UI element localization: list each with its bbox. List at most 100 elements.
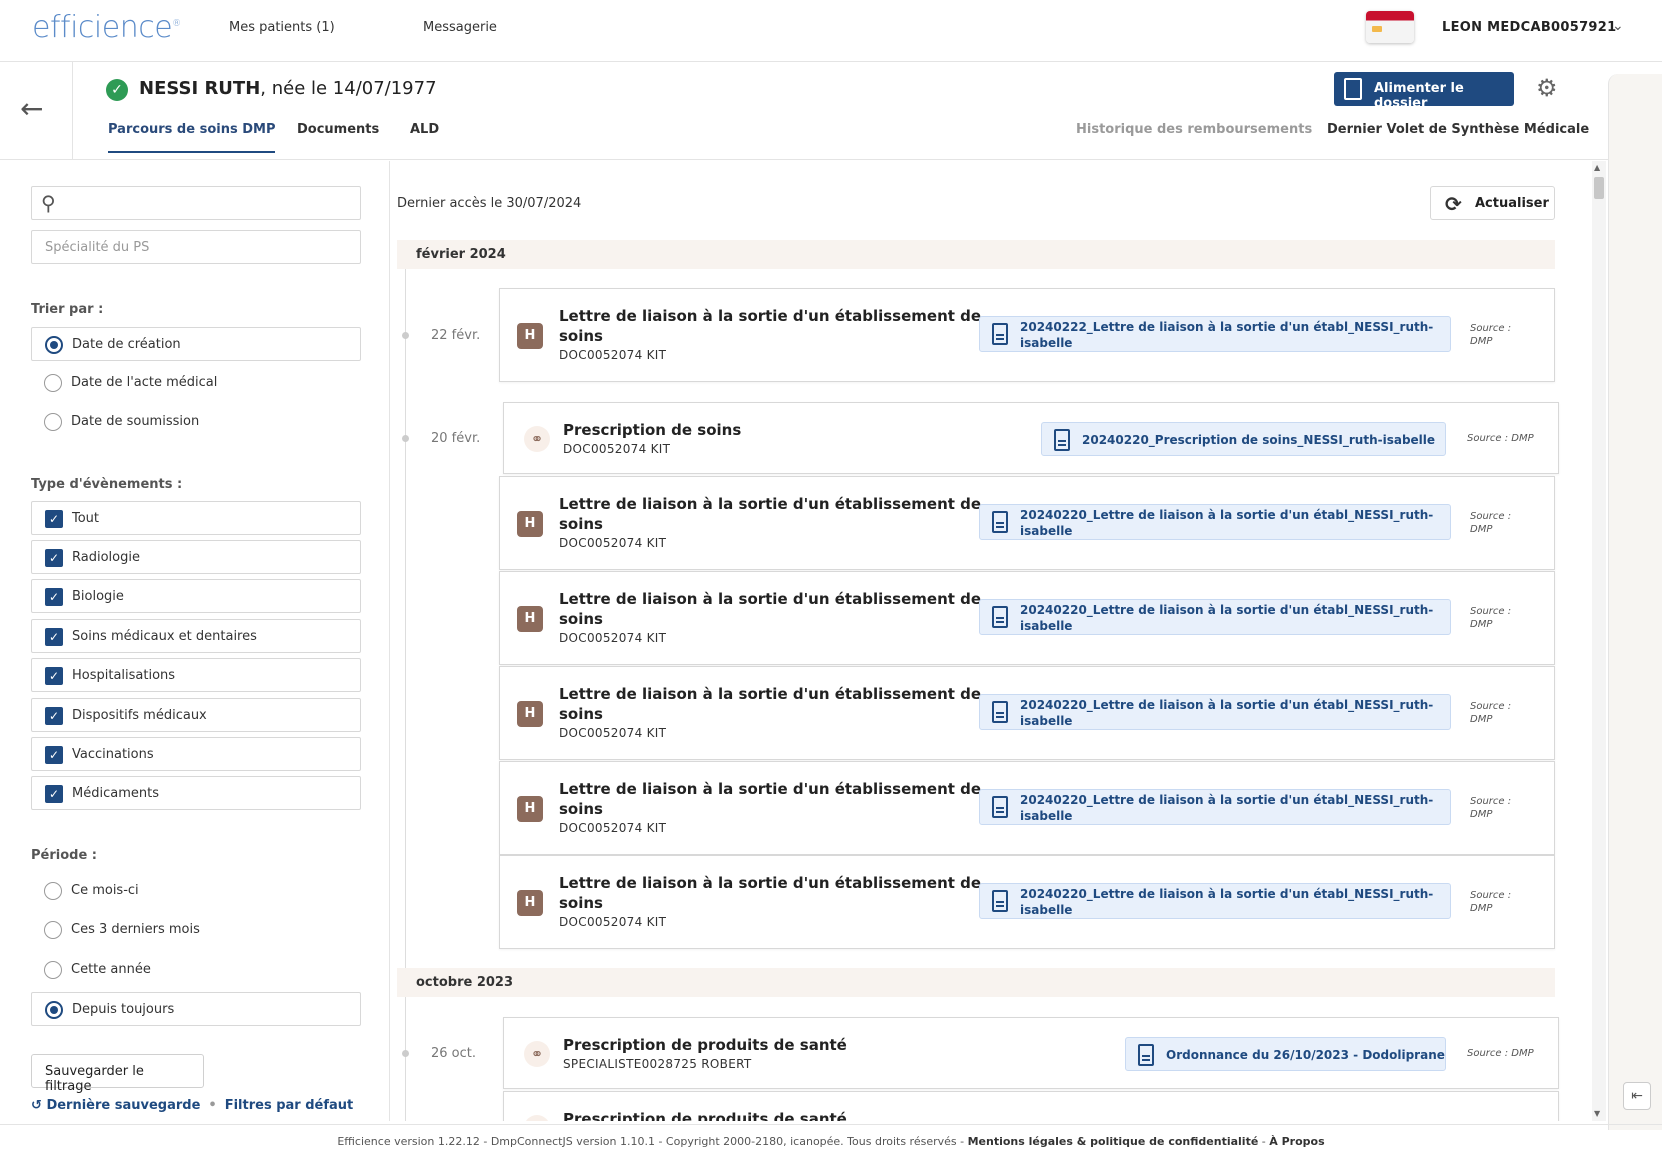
app-logo[interactable]: efficience®	[32, 10, 181, 45]
month-header: octobre 2023	[397, 968, 1555, 997]
radio[interactable]	[44, 374, 62, 392]
document-link[interactable]: Ordonnance du 26/10/2023 - Dodoliprane	[1125, 1037, 1446, 1071]
save-filter-button[interactable]: Sauvegarder le filtrage	[31, 1054, 204, 1094]
tab-medical-summary[interactable]: Dernier Volet de Synthèse Médicale	[1327, 122, 1589, 137]
type-medical-dental[interactable]: ✓ Soins médicaux et dentaires	[31, 619, 361, 653]
event-title: Lettre de liaison à la sortie d'un établ…	[559, 780, 982, 818]
collapse-panel-icon[interactable]: ⇤	[1623, 1082, 1651, 1110]
event-title: Lettre de liaison à la sortie d'un établ…	[559, 495, 982, 533]
checkbox-checked[interactable]: ✓	[45, 510, 63, 528]
user-name[interactable]: LEON MEDCAB0057921	[1442, 20, 1616, 35]
sort-option-creation[interactable]: Date de création	[31, 327, 361, 361]
checkbox-checked[interactable]: ✓	[45, 746, 63, 764]
event-card[interactable]: H Lettre de liaison à la sortie d'un éta…	[499, 288, 1555, 382]
document-link[interactable]: 20240220_Lettre de liaison à la sortie d…	[979, 504, 1451, 540]
event-card[interactable]: H Lettre de liaison à la sortie d'un éta…	[499, 476, 1555, 570]
last-save-link[interactable]: Dernière sauvegarde	[46, 1098, 200, 1113]
checkbox-checked[interactable]: ✓	[45, 785, 63, 803]
event-source: Source : DMP	[1467, 433, 1534, 444]
event-title: Lettre de liaison à la sortie d'un établ…	[559, 590, 982, 628]
type-vaccinations[interactable]: ✓ Vaccinations	[31, 737, 361, 771]
checkbox-checked[interactable]: ✓	[45, 707, 63, 725]
event-card[interactable]: H Lettre de liaison à la sortie d'un éta…	[499, 571, 1555, 665]
event-card[interactable]: H Lettre de liaison à la sortie d'un éta…	[499, 855, 1555, 949]
health-card-icon	[1366, 11, 1414, 43]
default-filters-link[interactable]: Filtres par défaut	[225, 1098, 354, 1113]
sort-option-submission[interactable]: Date de soumission	[31, 405, 361, 439]
event-source: Source : DMP	[1470, 323, 1512, 347]
event-card[interactable]: ⚭ Prescription de produits de santé SPEC…	[503, 1017, 1559, 1089]
type-all[interactable]: ✓ Tout	[31, 501, 361, 535]
event-author: SPECIALISTE0028725 ROBERT	[563, 1057, 752, 1071]
patient-header: ← ✓ NESSI RUTH, née le 14/07/1977 Parcou…	[0, 62, 1662, 160]
event-title: Lettre de liaison à la sortie d'un établ…	[559, 685, 982, 723]
period-last-3-months[interactable]: Ces 3 derniers mois	[31, 913, 361, 947]
tab-reimbursement-history[interactable]: Historique des remboursements	[1076, 122, 1312, 137]
chevron-down-icon[interactable]: ⌄	[1612, 18, 1624, 34]
pill-icon: ⚭	[524, 1041, 550, 1067]
back-arrow-icon[interactable]: ←	[20, 92, 43, 125]
type-hospitalisations[interactable]: ✓ Hospitalisations	[31, 658, 361, 692]
radio[interactable]	[44, 413, 62, 431]
tab-care-pathway[interactable]: Parcours de soins DMP	[108, 122, 276, 153]
top-bar: efficience® Mes patients (1) Messagerie …	[0, 0, 1662, 62]
scrollbar-thumb[interactable]	[1594, 177, 1604, 199]
radio-selected[interactable]	[45, 336, 63, 354]
period-this-year[interactable]: Cette année	[31, 953, 361, 987]
document-link[interactable]: 20240222_Lettre de liaison à la sortie d…	[979, 316, 1451, 352]
tab-documents[interactable]: Documents	[297, 122, 379, 137]
refresh-button[interactable]: ⟳ Actualiser	[1430, 186, 1555, 220]
type-medications[interactable]: ✓ Médicaments	[31, 776, 361, 810]
about-link[interactable]: À Propos	[1269, 1135, 1324, 1148]
scroll-up-icon[interactable]: ▲	[1594, 163, 1600, 172]
event-card[interactable]: H Lettre de liaison à la sortie d'un éta…	[499, 666, 1555, 760]
checkbox-checked[interactable]: ✓	[45, 667, 63, 685]
timeline-dot	[402, 435, 409, 442]
specialty-input[interactable]: Spécialité du PS	[31, 230, 361, 264]
type-medical-devices[interactable]: ✓ Dispositifs médicaux	[31, 698, 361, 732]
document-link[interactable]: 20240220_Lettre de liaison à la sortie d…	[979, 694, 1451, 730]
filter-panel: ⚲ Spécialité du PS Trier par : Date de c…	[0, 161, 390, 1121]
tab-ald[interactable]: ALD	[410, 122, 439, 137]
patient-name: NESSI RUTH, née le 14/07/1977	[139, 78, 437, 99]
document-icon	[992, 890, 1008, 912]
gear-icon[interactable]: ⚙	[1536, 74, 1558, 102]
event-author: DOC0052074 KIT	[563, 442, 671, 456]
checkbox-checked[interactable]: ✓	[45, 588, 63, 606]
event-author: DOC0052074 KIT	[559, 726, 667, 740]
checkbox-checked[interactable]: ✓	[45, 549, 63, 567]
nav-messaging[interactable]: Messagerie	[423, 20, 497, 35]
document-link[interactable]: 20240220_Prescription de soins_NESSI_rut…	[1041, 422, 1446, 456]
nav-my-patients[interactable]: Mes patients (1)	[229, 20, 335, 35]
event-card[interactable]: ⚭ Prescription de soins DOC0052074 KIT 2…	[503, 402, 1559, 474]
event-source: Source : DMP	[1470, 890, 1512, 914]
radio[interactable]	[44, 882, 62, 900]
right-sidebar: ⇤	[1608, 74, 1662, 1130]
event-card[interactable]: ⚭ Prescription de produits de santé	[503, 1091, 1559, 1121]
search-input[interactable]: ⚲	[31, 186, 361, 220]
radio-selected[interactable]	[45, 1001, 63, 1019]
period-always[interactable]: Depuis toujours	[31, 992, 361, 1026]
sort-option-act-date[interactable]: Date de l'acte médical	[31, 366, 361, 400]
timeline-panel: Dernier accès le 30/07/2024 ⟳ Actualiser…	[391, 161, 1591, 1121]
scroll-down-icon[interactable]: ▼	[1594, 1109, 1600, 1118]
event-date: 22 févr.	[431, 328, 481, 343]
checkbox-checked[interactable]: ✓	[45, 628, 63, 646]
document-icon	[1054, 429, 1070, 451]
scrollbar[interactable]: ▲ ▼	[1592, 161, 1606, 1121]
event-title: Lettre de liaison à la sortie d'un établ…	[559, 874, 982, 912]
event-source: Source : DMP	[1470, 511, 1512, 535]
legal-link[interactable]: Mentions légales & politique de confiden…	[968, 1135, 1259, 1148]
feed-record-button[interactable]: Alimenter le dossier	[1334, 72, 1514, 111]
radio[interactable]	[44, 921, 62, 939]
document-link[interactable]: 20240220_Lettre de liaison à la sortie d…	[979, 883, 1451, 919]
document-link[interactable]: 20240220_Lettre de liaison à la sortie d…	[979, 599, 1451, 635]
type-radiology[interactable]: ✓ Radiologie	[31, 540, 361, 574]
hospital-icon: H	[517, 323, 543, 349]
period-this-month[interactable]: Ce mois-ci	[31, 874, 361, 908]
radio[interactable]	[44, 961, 62, 979]
type-biology[interactable]: ✓ Biologie	[31, 579, 361, 613]
document-link[interactable]: 20240220_Lettre de liaison à la sortie d…	[979, 789, 1451, 825]
hospital-icon: H	[517, 511, 543, 537]
event-card[interactable]: H Lettre de liaison à la sortie d'un éta…	[499, 761, 1555, 855]
